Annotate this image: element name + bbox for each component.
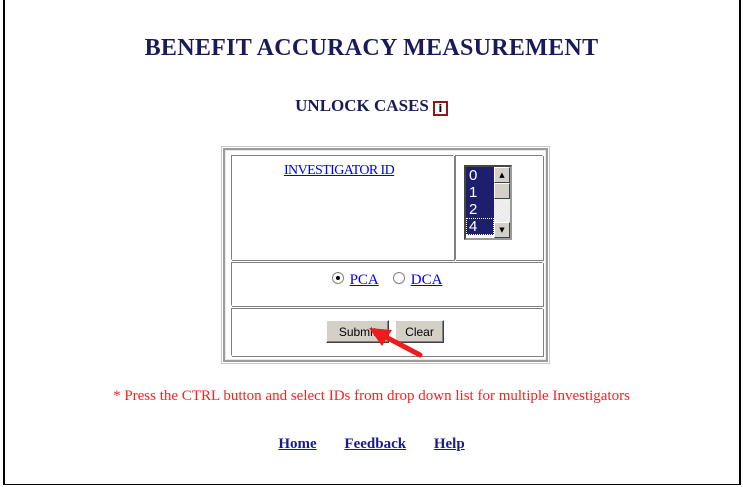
pca-link[interactable]: PCA [350,272,379,288]
home-link[interactable]: Home [278,436,316,452]
subtitle-text: UNLOCK CASES [295,96,429,115]
red-arrow-icon [369,328,423,358]
investigator-id-link[interactable]: INVESTIGATOR ID [284,163,395,179]
page-subtitle: UNLOCK CASES i [0,96,743,116]
multi-select-note: * Press the CTRL button and select IDs f… [113,388,630,404]
dca-link[interactable]: DCA [411,272,443,288]
case-type-radio-group: PCA DCA [231,272,543,289]
pca-radio[interactable] [331,272,344,284]
listbox-scrollbar[interactable]: ▲ ▼ [494,167,510,238]
listbox-option[interactable]: 4 [466,218,494,235]
footer-nav: Home Feedback Help [0,436,743,453]
investigator-id-listbox[interactable]: 0 1 2 4 ▲ ▼ [464,165,512,240]
dca-radio[interactable] [392,272,405,284]
scrollbar-thumb[interactable] [494,183,510,199]
listbox-options: 0 1 2 4 [466,167,494,238]
up-arrow-icon[interactable]: ▲ [494,167,510,183]
info-icon[interactable]: i [432,101,448,116]
feedback-link[interactable]: Feedback [344,436,406,452]
listbox-option[interactable]: 0 [466,167,494,184]
page-title: BENEFIT ACCURACY MEASUREMENT [144,35,599,61]
down-arrow-icon[interactable]: ▼ [494,222,510,238]
listbox-option[interactable]: 2 [466,201,494,218]
help-link[interactable]: Help [434,436,465,452]
listbox-option[interactable]: 1 [466,184,494,201]
